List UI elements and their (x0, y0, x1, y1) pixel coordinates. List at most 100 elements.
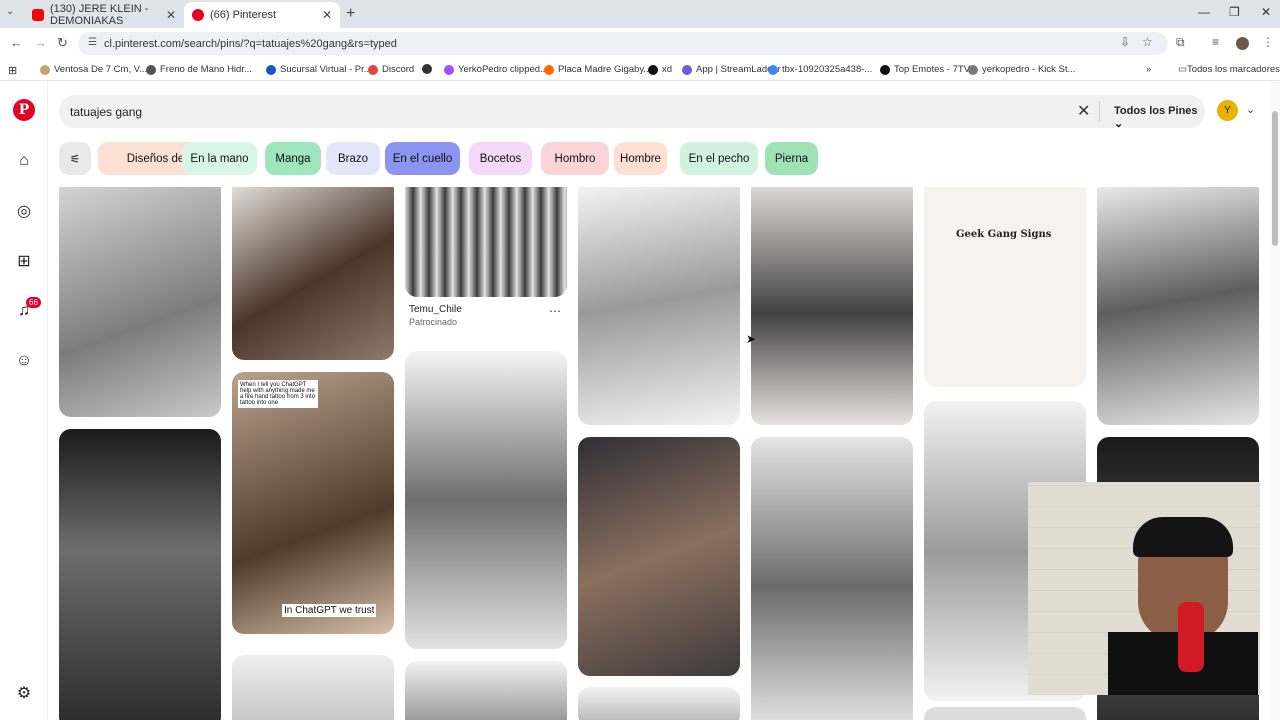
pin-type-dropdown[interactable]: Todos los Pines ⌄ (1114, 105, 1205, 130)
media-icon[interactable]: ≡ (1212, 35, 1219, 49)
reload-icon[interactable]: ↻ (57, 35, 68, 51)
browser-tab-pinterest[interactable]: (66) Pinterest ✕ (184, 2, 340, 28)
browser-tab-youtube[interactable]: (130) JERE KLEIN - DEMONIAKAS ✕ (24, 2, 184, 28)
pinterest-sidebar: P ⌂ ◎ ⊞ ♫ 66 ☺ ⚙ (0, 81, 48, 720)
pin-temu-tattoo-sheets[interactable] (405, 187, 567, 297)
bookmark-favicon-icon (422, 64, 432, 74)
search-bar[interactable]: tatuajes gang ✕ Todos los Pines ⌄ (59, 95, 1205, 130)
bookmark-item[interactable]: xd (648, 64, 672, 75)
forward-icon[interactable]: → (34, 35, 47, 50)
scrollbar-thumb[interactable] (1272, 111, 1278, 246)
explore-compass-icon[interactable]: ◎ (14, 201, 34, 221)
search-chip[interactable]: Manga (265, 142, 321, 175)
pin-angels-tattoo[interactable] (59, 187, 221, 417)
pin-money-sleeve[interactable] (1097, 187, 1259, 425)
bookmark-favicon-icon (968, 64, 978, 75)
search-chip[interactable]: Brazo (326, 142, 380, 175)
back-icon[interactable]: ← (10, 35, 23, 50)
bookmark-favicon-icon (648, 64, 658, 75)
chatgpt-trust-caption: In ChatGPT we trust (282, 604, 377, 617)
pin-hustler-sleeve[interactable] (751, 187, 913, 425)
more-bookmarks-icon[interactable]: » (1146, 64, 1151, 75)
restore-icon[interactable]: ❐ (1229, 5, 1240, 19)
bookmark-item[interactable]: Placa Madre Gigaby... (544, 64, 651, 75)
bookmark-label: Placa Madre Gigaby... (558, 64, 652, 75)
pin-oro-sleeve[interactable] (578, 187, 740, 425)
search-chip[interactable]: En el cuello (385, 142, 460, 175)
pin-hand-tattoo-chatgpt[interactable]: When I tell you ChatGPT help with anythi… (232, 372, 394, 634)
search-chip[interactable]: En la mano (182, 142, 257, 175)
clear-search-icon[interactable]: ✕ (1077, 101, 1090, 121)
bookmark-favicon-icon (266, 64, 276, 75)
search-chip[interactable]: Bocetos (469, 142, 532, 175)
search-input[interactable]: tatuajes gang (70, 105, 142, 119)
pin-arm-photo[interactable] (578, 437, 740, 676)
filter-sliders-button[interactable]: ⚟ (59, 142, 91, 175)
extensions-icon[interactable]: ⧉ (1176, 35, 1185, 50)
pin-eye-sleeve[interactable] (405, 351, 567, 649)
bookmark-item[interactable]: Top Emotes - 7TV (880, 64, 970, 75)
webcam-overlay (1028, 482, 1260, 695)
account-chevron-icon[interactable]: ⌄ (1246, 103, 1255, 116)
bookmark-label: YerkoPedro clipped... (458, 64, 548, 75)
menu-dots-icon[interactable]: ⋮ (1262, 35, 1274, 49)
pin-geek-gang-signs[interactable]: Geek Gang Signs (924, 187, 1086, 387)
bookmark-favicon-icon (880, 64, 890, 75)
folder-icon: ▭ (1178, 64, 1187, 75)
pin-bottom[interactable] (924, 707, 1086, 720)
minimize-icon[interactable]: — (1198, 5, 1210, 19)
bookmark-favicon-icon (368, 64, 378, 75)
pin-forearm-tattoo[interactable] (232, 187, 394, 360)
close-tab-icon[interactable]: ✕ (322, 8, 332, 22)
sponsor-name[interactable]: Temu_Chile (409, 304, 462, 315)
bookmark-favicon-icon (544, 64, 554, 75)
user-avatar[interactable]: Y (1217, 100, 1238, 121)
new-tab-icon[interactable]: + (346, 5, 355, 23)
microphone-icon (1178, 602, 1204, 672)
bookmark-item[interactable]: App | StreamLadder (682, 64, 781, 75)
bookmark-label: Sucursal Virtual - Pr... (280, 64, 372, 75)
settings-gear-icon[interactable]: ⚙ (14, 683, 34, 703)
search-chip[interactable]: En el pecho (680, 142, 758, 175)
pin-portrait[interactable] (232, 655, 394, 720)
tab-label: (66) Pinterest (210, 9, 277, 21)
bookmark-item[interactable]: Freno de Mano Hidr... (146, 64, 252, 75)
page-scrollbar[interactable] (1270, 81, 1280, 720)
install-icon[interactable]: ⇩ (1120, 35, 1130, 49)
more-options-icon[interactable]: ⋯ (549, 304, 561, 318)
all-bookmarks-folder[interactable]: ▭ Todos los marcadores (1178, 64, 1280, 75)
close-window-icon[interactable]: ✕ (1261, 5, 1271, 19)
bookmark-item[interactable] (422, 64, 436, 74)
sponsored-label: Patrocinado (409, 317, 458, 327)
site-info-icon[interactable]: ☰ (88, 37, 97, 48)
bookmark-favicon-icon (444, 64, 454, 75)
mouse-cursor-icon: ➤ (746, 332, 757, 346)
search-chip[interactable]: Hombro (541, 142, 609, 175)
bookmark-item[interactable]: Discord (368, 64, 414, 75)
bookmarks-bar: ⊞ Ventosa De 7 Cm, V... Freno de Mano Hid… (0, 59, 1280, 81)
search-chip[interactable]: Hombre (614, 142, 667, 175)
bookmark-item[interactable]: YerkoPedro clipped... (444, 64, 548, 75)
close-tab-icon[interactable]: ✕ (166, 8, 176, 22)
bookmark-favicon-icon (682, 64, 692, 75)
create-plus-icon[interactable]: ⊞ (14, 251, 34, 271)
bookmark-item[interactable]: tbx-10920325a438-... (768, 64, 872, 75)
pin-todo-sleeve[interactable] (751, 437, 913, 720)
bookmark-item[interactable]: yerkopedro - Kick St... (968, 64, 1075, 75)
pin-ski-mask-sleeve[interactable] (59, 429, 221, 720)
tab-search-icon[interactable]: ⌄ (6, 6, 14, 17)
bookmark-item[interactable]: Sucursal Virtual - Pr... (266, 64, 372, 75)
apps-grid-icon[interactable]: ⊞ (8, 64, 17, 77)
bookmark-item[interactable]: Ventosa De 7 Cm, V... (40, 64, 147, 75)
search-chip[interactable]: Pierna (765, 142, 818, 175)
bookmark-favicon-icon (146, 64, 156, 75)
home-icon[interactable]: ⌂ (14, 151, 34, 171)
url-field[interactable]: ☰ cl.pinterest.com/search/pins/?q=tatuaj… (78, 32, 1168, 55)
pin-los-angeles[interactable] (578, 687, 740, 720)
messages-icon[interactable]: ☺ (14, 351, 34, 371)
profile-avatar[interactable] (1236, 37, 1249, 50)
bookmark-favicon-icon (768, 64, 778, 75)
pinterest-logo-icon[interactable]: P (13, 99, 35, 121)
bookmark-star-icon[interactable]: ☆ (1142, 35, 1153, 49)
pin-hood-figure[interactable] (405, 661, 567, 720)
